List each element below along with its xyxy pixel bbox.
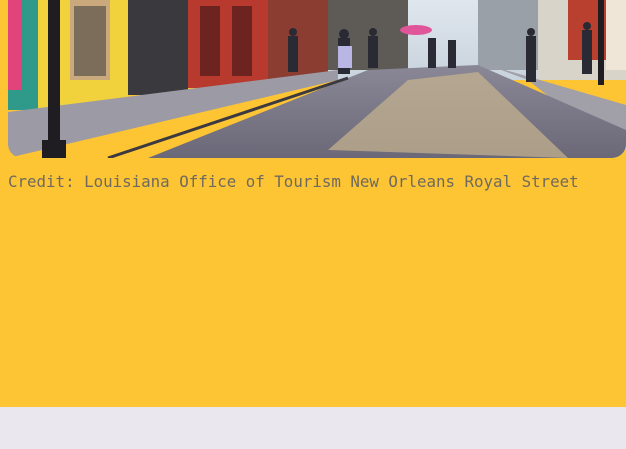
street-photo bbox=[8, 0, 626, 158]
page-footer-bar bbox=[0, 407, 626, 449]
article-card: Credit: Louisiana Office of Tourism New … bbox=[0, 0, 626, 407]
street-scene-image bbox=[8, 0, 626, 158]
photo-credit-caption: Credit: Louisiana Office of Tourism New … bbox=[8, 172, 579, 191]
